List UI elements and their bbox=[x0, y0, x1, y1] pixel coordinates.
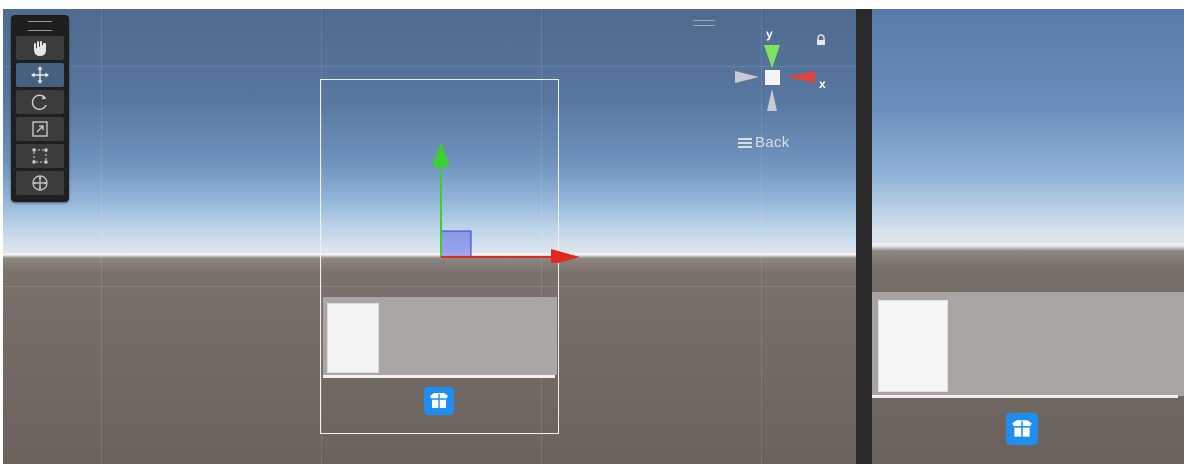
rect-icon bbox=[32, 148, 48, 164]
divider-line bbox=[323, 375, 555, 378]
game-view bbox=[872, 9, 1184, 464]
item-slot[interactable] bbox=[878, 300, 948, 392]
move-tool-button[interactable] bbox=[16, 63, 64, 87]
neg-y-cone-icon[interactable] bbox=[767, 89, 777, 111]
orientation-cube-icon bbox=[735, 45, 815, 111]
scroll-panel[interactable] bbox=[872, 292, 1184, 396]
grid-line bbox=[101, 9, 102, 464]
view-splitter[interactable] bbox=[856, 9, 872, 464]
rect-tool-button[interactable] bbox=[16, 144, 64, 168]
scroll-panel[interactable] bbox=[323, 297, 557, 375]
package-icon[interactable] bbox=[1006, 413, 1038, 445]
move-icon bbox=[31, 66, 49, 84]
menu-icon bbox=[738, 136, 752, 151]
back-label-text: Back bbox=[755, 134, 790, 151]
y-axis-label[interactable]: y bbox=[766, 27, 773, 41]
xy-plane-handle[interactable] bbox=[440, 230, 472, 258]
divider-line bbox=[872, 395, 1178, 398]
horizon-glow bbox=[872, 243, 1184, 249]
center-cube[interactable] bbox=[765, 70, 780, 85]
x-arrow-icon[interactable] bbox=[551, 249, 580, 263]
scale-tool-button[interactable] bbox=[16, 117, 64, 141]
rotate-icon bbox=[31, 94, 47, 111]
y-cone-icon[interactable] bbox=[764, 45, 780, 68]
y-arrow-icon[interactable] bbox=[432, 142, 450, 167]
hand-icon bbox=[34, 41, 46, 57]
lock-icon[interactable] bbox=[814, 33, 828, 47]
view-direction-label[interactable]: Back bbox=[738, 134, 790, 151]
grip-icon[interactable] bbox=[28, 21, 52, 31]
package-icon[interactable] bbox=[424, 387, 454, 415]
transform-tool-button[interactable] bbox=[16, 171, 64, 195]
rotate-tool-button[interactable] bbox=[16, 90, 64, 114]
scene-view[interactable]: y x Back bbox=[3, 9, 856, 464]
orientation-gizmo[interactable]: y x bbox=[725, 27, 826, 117]
x-cone-icon[interactable] bbox=[787, 71, 815, 83]
overlay-grip-icon[interactable] bbox=[693, 20, 715, 26]
hand-tool-button[interactable] bbox=[16, 36, 64, 60]
neg-x-cone-icon[interactable] bbox=[735, 71, 759, 83]
item-slot[interactable] bbox=[327, 303, 379, 373]
x-axis-label[interactable]: x bbox=[819, 77, 826, 91]
move-gizmo[interactable] bbox=[423, 137, 583, 263]
transform-icon bbox=[32, 175, 48, 191]
scene-tools-overlay bbox=[11, 15, 69, 202]
scale-icon bbox=[32, 121, 48, 137]
